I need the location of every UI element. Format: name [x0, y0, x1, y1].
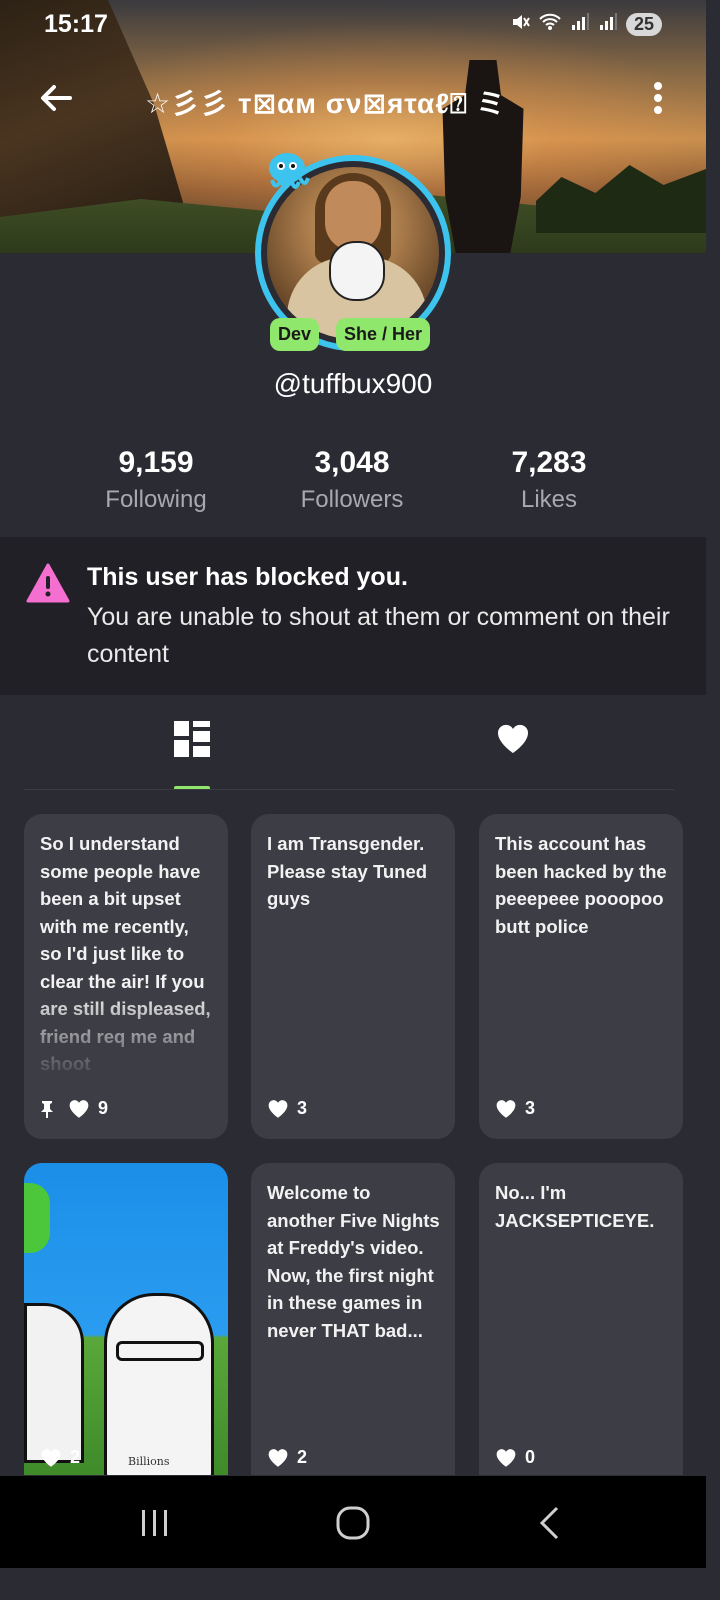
system-nav-bar	[0, 1476, 706, 1568]
stat-value: 3,048	[314, 446, 390, 479]
post-card[interactable]: Welcome to another Five Nights at Freddy…	[251, 1163, 455, 1475]
home-icon	[336, 1506, 370, 1540]
post-card-image[interactable]: Billions 2	[24, 1163, 228, 1475]
post-card[interactable]: This account has been hacked by the peee…	[479, 814, 683, 1139]
signal-icon	[598, 12, 618, 37]
recent-apps-icon	[142, 1510, 167, 1536]
like-count: 0	[525, 1447, 536, 1467]
post-text: Welcome to another Five Nights at Freddy…	[267, 1182, 440, 1341]
heart-icon	[497, 724, 529, 753]
badge-pronouns: She / Her	[336, 318, 431, 351]
stat-label: Likes	[520, 486, 578, 513]
stat-value: 9,159	[118, 446, 194, 479]
back-button[interactable]	[36, 78, 76, 118]
status-time: 15:17	[44, 9, 108, 38]
post-footer: 0	[495, 1447, 535, 1468]
arrow-left-icon	[41, 85, 72, 111]
recent-apps-button[interactable]	[125, 1498, 185, 1548]
status-bar: 15:17 25	[0, 0, 706, 48]
stat-value: 7,283	[511, 446, 587, 479]
grid-icon	[174, 721, 210, 757]
post-image: Billions	[24, 1163, 228, 1475]
profile-title: ☆彡彡 т⊠αм σν⊠яταℓ⍰ ミ	[145, 88, 506, 119]
octopus-icon	[262, 150, 312, 196]
post-text: I am Transgender. Please stay Tuned guys	[267, 833, 428, 909]
heart-icon	[496, 1448, 516, 1467]
stat-likes[interactable]: 7,283 Likes	[449, 446, 649, 514]
post-footer: 3	[267, 1098, 307, 1119]
post-card[interactable]: So I understand some people have been a …	[24, 814, 228, 1139]
home-button[interactable]	[323, 1498, 383, 1548]
heart-icon	[69, 1099, 89, 1118]
post-card[interactable]: No... I'm JACKSEPTICEYE. 0	[479, 1163, 683, 1475]
post-footer: 3	[495, 1098, 535, 1119]
like-count: 2	[70, 1447, 81, 1467]
pin-icon	[41, 1100, 53, 1118]
post-text: This account has been hacked by the peee…	[495, 833, 667, 937]
stat-label: Following	[105, 486, 207, 513]
stat-following[interactable]: 9,159 Following	[56, 446, 256, 514]
post-footer: 2	[267, 1447, 307, 1468]
heart-icon	[268, 1448, 288, 1467]
stat-followers[interactable]: 3,048 Followers	[252, 446, 452, 514]
blocked-notice: This user has blocked you. You are unabl…	[0, 537, 706, 695]
post-text: No... I'm JACKSEPTICEYE.	[495, 1182, 655, 1231]
heart-icon	[41, 1448, 61, 1467]
post-card[interactable]: I am Transgender. Please stay Tuned guys…	[251, 814, 455, 1139]
post-footer: 2	[40, 1447, 80, 1468]
username: @tuffbux900	[273, 368, 433, 399]
mute-icon	[510, 12, 530, 37]
tab-posts[interactable]	[132, 695, 252, 791]
signal-icon	[570, 12, 590, 37]
badge-role: Dev	[270, 318, 320, 351]
like-count: 2	[297, 1447, 308, 1467]
image-caption: Billions	[128, 1455, 170, 1468]
warning-icon	[26, 563, 70, 603]
blocked-message: You are unable to shout at them or comme…	[87, 603, 670, 668]
back-icon	[539, 1506, 559, 1540]
system-back-button[interactable]	[520, 1498, 580, 1548]
post-footer: 9	[40, 1098, 108, 1119]
wifi-icon	[538, 12, 562, 37]
more-options-button[interactable]	[648, 78, 668, 118]
like-count: 9	[98, 1098, 109, 1118]
profile-tabs	[0, 695, 706, 791]
tab-divider	[24, 789, 674, 790]
like-count: 3	[525, 1098, 536, 1118]
heart-icon	[496, 1099, 516, 1118]
battery-indicator: 25	[625, 12, 662, 36]
stat-label: Followers	[300, 486, 404, 513]
tab-likes[interactable]	[453, 695, 573, 791]
more-vertical-icon	[654, 82, 662, 90]
top-nav: ☆彡彡 т⊠αм σν⊠яταℓ⍰ ミ	[0, 72, 706, 122]
blocked-title: This user has blocked you.	[87, 563, 408, 591]
heart-icon	[268, 1099, 288, 1118]
like-count: 3	[297, 1098, 308, 1118]
